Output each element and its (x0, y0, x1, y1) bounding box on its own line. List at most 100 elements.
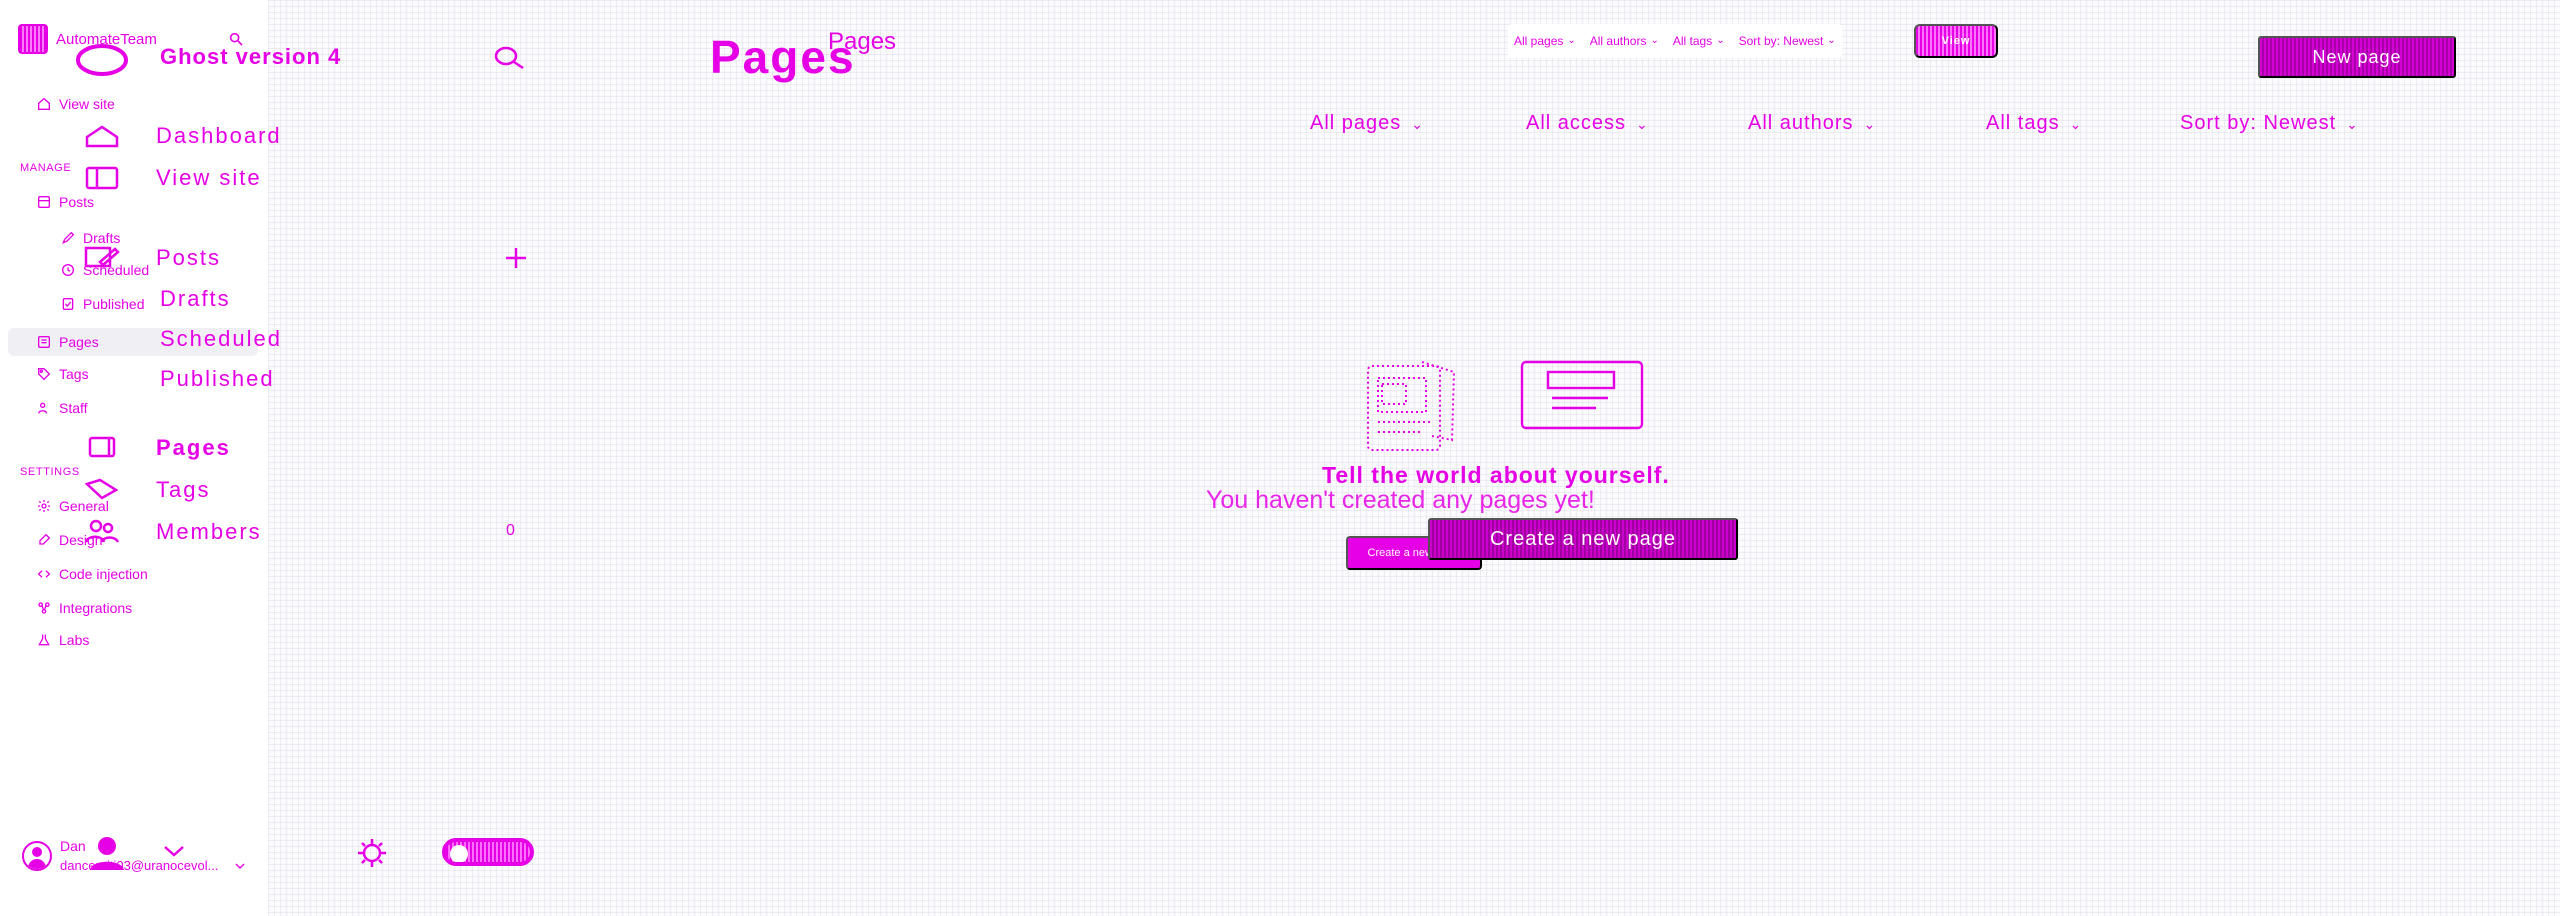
avatar (22, 840, 52, 871)
theme-toggle[interactable] (442, 838, 534, 866)
brand-logo-icon (18, 24, 48, 54)
chevron-down-icon: ⌄ (1567, 35, 1576, 46)
chevron-down-icon: ⌄ (1827, 35, 1836, 46)
lab-icon (38, 634, 50, 646)
sidebar-item-tags-large[interactable]: Tags (82, 476, 210, 504)
chevron-down-icon: ⌄ (2346, 115, 2359, 132)
filter-all-pages-large[interactable]: All pages ⌄ (1310, 112, 1526, 135)
sidebar-label: Pages (156, 435, 231, 460)
chevron-down-icon: ⌄ (1863, 115, 1877, 132)
gear-icon (38, 500, 50, 512)
filter-label: Sort by: Newest (1738, 34, 1824, 48)
sidebar-item-view-site-large[interactable]: View site (82, 164, 262, 192)
tag-icon (84, 478, 119, 500)
pencil-icon (84, 246, 120, 268)
check-icon (62, 298, 74, 310)
sidebar-item-published-large[interactable]: Published (160, 366, 275, 392)
avatar (90, 837, 124, 870)
sidebar-item-staff-small[interactable]: Staff (36, 400, 88, 416)
filter-sort-small[interactable]: Sort by: Newest ⌄ (1739, 34, 1836, 48)
chevron-down-icon[interactable] (232, 858, 248, 874)
chevron-down-icon: ⌄ (1411, 115, 1425, 132)
sidebar-item-tags-small[interactable]: Tags (36, 366, 89, 382)
filter-label: All authors (1589, 34, 1647, 48)
create-page-button[interactable]: Create a new page (1428, 518, 1738, 560)
page-icon (38, 336, 50, 348)
ghost-version-title: Ghost version 4 (160, 44, 342, 69)
sidebar-item-members-large[interactable]: Members (82, 518, 262, 546)
sidebar-label: Labs (59, 632, 90, 648)
view-button[interactable]: View (1914, 24, 1998, 58)
search-icon[interactable] (490, 44, 530, 72)
sidebar-label: Dashboard (156, 123, 282, 148)
filter-all-tags-large[interactable]: All tags ⌄ (1986, 112, 2180, 135)
filter-sort-large[interactable]: Sort by: Newest ⌄ (2180, 112, 2359, 135)
filter-label: All access (1526, 112, 1627, 134)
home-icon (85, 125, 119, 148)
filter-all-pages-small[interactable]: All pages ⌄ (1514, 34, 1576, 48)
user-icon (38, 402, 48, 414)
empty-state-title: Tell the world about yourself. (1322, 462, 1670, 488)
sidebar-item-dashboard-large[interactable]: Dashboard (82, 122, 282, 150)
tag-icon (38, 368, 51, 381)
chevron-down-icon[interactable] (160, 842, 188, 860)
pencil-icon (62, 231, 75, 244)
gear-icon[interactable] (350, 836, 394, 870)
chevron-down-icon: ⌄ (2069, 115, 2083, 132)
sidebar-label: Staff (59, 400, 88, 416)
sidebar-label: View site (59, 96, 115, 112)
sidebar-item-pages-large[interactable]: Pages (82, 434, 231, 462)
ghost-admin-app: AutomateTeam Ghost version 4 View site M… (0, 0, 2560, 916)
filter-bar-large: All pages ⌄ All access ⌄ All authors ⌄ A… (1310, 112, 2359, 135)
filter-all-authors-small[interactable]: All authors ⌄ (1590, 34, 1659, 48)
sidebar-label: Tags (156, 477, 211, 502)
brush-icon (39, 533, 51, 545)
document-icon (38, 196, 50, 208)
sidebar-label: Scheduled (160, 326, 282, 351)
home-icon (38, 97, 50, 110)
filter-all-access-large[interactable]: All access ⌄ (1526, 112, 1748, 135)
filter-all-authors-large[interactable]: All authors ⌄ (1748, 112, 1986, 135)
new-page-button[interactable]: New page (2258, 36, 2456, 78)
chevron-down-icon: ⌄ (1716, 35, 1725, 46)
sidebar-label: View site (156, 165, 262, 190)
sidebar-label: Published (160, 366, 275, 391)
sidebar-item-drafts-large[interactable]: Drafts (160, 286, 231, 312)
page-icon (88, 436, 116, 458)
sidebar: AutomateTeam Ghost version 4 View site M… (0, 0, 526, 916)
filter-label: All tags (1672, 34, 1713, 48)
sidebar-item-scheduled-large[interactable]: Scheduled (160, 326, 282, 352)
filter-label: Sort by: Newest (2180, 112, 2337, 134)
filter-label: All pages (1310, 112, 1402, 134)
sidebar-label: Pages (59, 334, 99, 350)
sidebar-label: Tags (59, 366, 89, 382)
clock-icon (62, 264, 74, 276)
plus-icon[interactable] (496, 244, 536, 272)
chevron-down-icon: ⌄ (1636, 115, 1649, 132)
main-content-background (268, 0, 2560, 916)
sidebar-item-published-small[interactable]: Published (60, 296, 145, 312)
sidebar-label: Published (83, 296, 145, 312)
sidebar-item-posts-large[interactable]: Posts (82, 244, 221, 272)
page-outline-icon (1520, 360, 1644, 430)
sidebar-label: Drafts (160, 286, 231, 311)
page-title: Pages (710, 31, 856, 83)
sidebar-section-manage: MANAGE (20, 162, 72, 174)
filter-all-tags-small[interactable]: All tags ⌄ (1673, 34, 1725, 48)
sidebar-item-view-site-small[interactable]: View site (36, 96, 115, 112)
page-illustration-icon (1367, 361, 1456, 451)
sidebar-label: Integrations (59, 600, 133, 616)
filter-label: All pages (1514, 34, 1564, 48)
document-icon (85, 166, 119, 190)
filter-bar-small: All pages ⌄ All authors ⌄ All tags ⌄ Sor… (1508, 24, 1842, 58)
filter-label: All tags (1986, 112, 2060, 134)
sidebar-item-code-injection-small[interactable]: Code injection (36, 566, 148, 582)
sidebar-item-integrations-small[interactable]: Integrations (36, 600, 132, 616)
code-icon (37, 570, 51, 578)
integration-icon (38, 602, 50, 614)
sidebar-item-posts-small[interactable]: Posts (36, 194, 94, 210)
sidebar-item-labs-small[interactable]: Labs (36, 632, 89, 648)
members-count: 0 (506, 522, 515, 539)
sidebar-label: Posts (59, 194, 95, 210)
sidebar-label: Posts (156, 245, 222, 270)
